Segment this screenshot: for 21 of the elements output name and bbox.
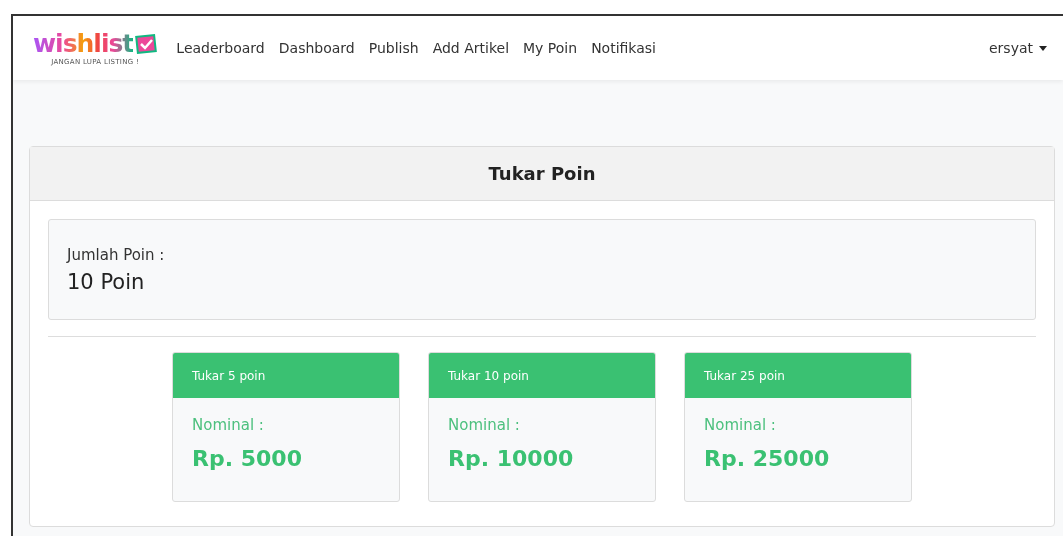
nominal-amount: Rp. 5000 [192,446,303,471]
nav-link[interactable]: Dashboard [271,40,362,56]
balance-value: 10 Poin [67,269,146,294]
nav-link[interactable]: Publish [361,40,426,56]
nominal-amount: Rp. 10000 [448,446,575,471]
card-title: Tukar Poin [30,147,1054,201]
checkbox-icon [135,33,158,54]
nav-link[interactable]: Add Artikel [425,40,517,56]
nav-link[interactable]: My Poin [516,40,585,56]
option-header: Tukar 25 poin [685,353,911,398]
option-header: Tukar 10 poin [429,353,655,398]
nominal-label: Nominal : [448,416,521,434]
user-menu[interactable]: ersyat [988,40,1047,56]
nominal-label: Nominal : [192,416,265,434]
option-header: Tukar 5 poin [173,353,399,398]
balance-label: Jumlah Poin : [67,245,166,264]
nav-link[interactable]: Leaderboard [169,40,272,56]
nav-link[interactable]: Notifikasi [584,40,663,56]
nominal-label: Nominal : [704,416,777,434]
nominal-amount: Rp. 25000 [704,446,831,471]
caret-icon [1039,45,1047,51]
